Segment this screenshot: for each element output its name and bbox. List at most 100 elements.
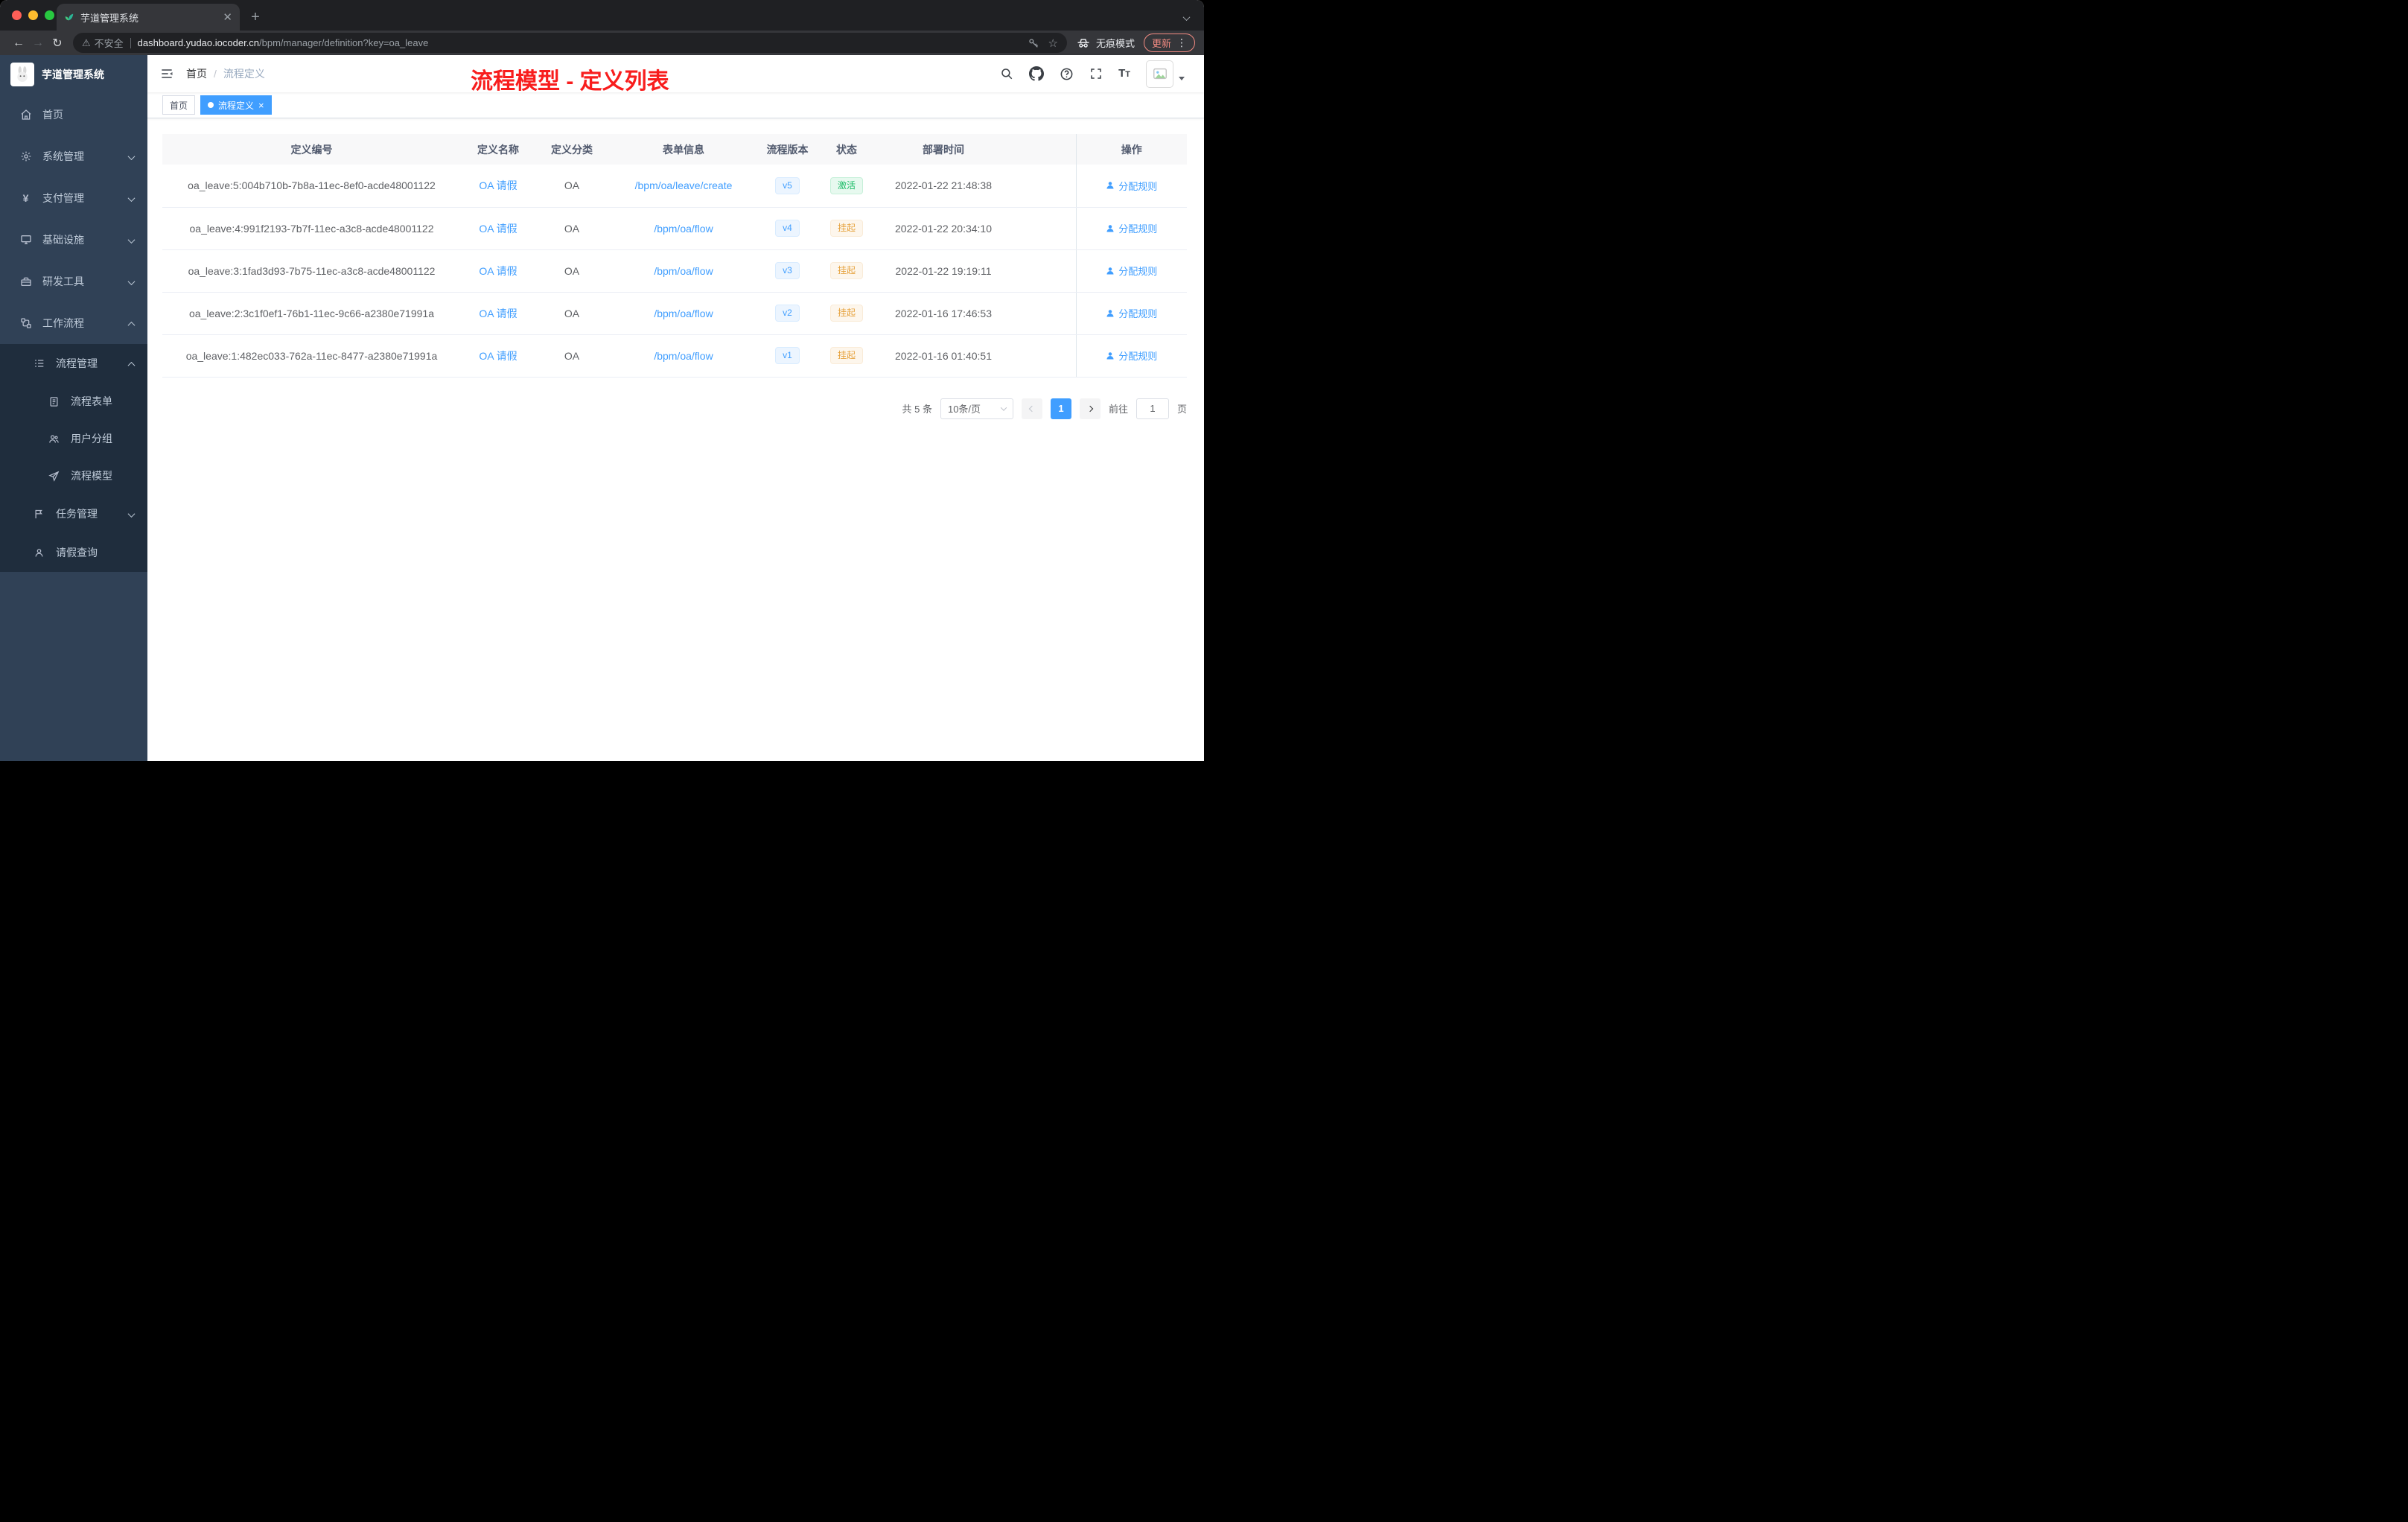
url-bar[interactable]: ⚠ 不安全 dashboard.yudao.iocoder.cn /bpm/ma… [73,33,1067,53]
definition-category: OA [535,165,608,208]
page-unit-label: 页 [1176,404,1187,415]
assign-rule-link[interactable]: 分配规则 [1106,348,1157,363]
form-link[interactable]: /bpm/oa/leave/create [635,179,733,191]
column-header: 定义编号 [162,134,461,165]
definition-name-link[interactable]: OA 请假 [479,179,517,191]
tab-title: 芋道管理系统 [80,12,139,24]
version-badge: v4 [775,220,800,237]
filler-cell [1010,334,1076,378]
browser-menu-icon[interactable]: ⋮ [1176,36,1187,49]
password-key-icon[interactable] [1028,37,1039,49]
definition-name-link[interactable]: OA 请假 [479,223,517,235]
user-menu[interactable] [1146,60,1185,88]
page-number-button[interactable]: 1 [1050,398,1071,419]
caret-down-icon [1179,76,1185,80]
sidebar-item-label: 支付管理 [42,192,84,204]
toolbox-icon [19,276,32,287]
github-icon[interactable] [1029,66,1045,81]
sidebar-item-home[interactable]: 首页 [0,94,147,136]
pagination-total: 共 5 条 [902,404,932,415]
logo-image [10,63,34,86]
reload-icon[interactable]: ↻ [48,36,67,51]
user-icon [1106,309,1114,316]
back-icon[interactable]: ← [9,36,28,50]
update-browser-button[interactable]: 更新 ⋮ [1143,34,1195,52]
help-icon[interactable] [1060,67,1074,81]
security-chip[interactable]: ⚠ 不安全 [82,36,124,50]
version-badge: v1 [775,347,800,364]
column-header-filler [1010,134,1076,165]
minimize-window-button[interactable] [28,10,38,20]
deploy-time: 2022-01-22 19:19:11 [877,249,1010,293]
sidebar-item-process-model[interactable]: 流程模型 [0,457,147,494]
tag-close-icon[interactable]: × [258,101,264,110]
sidebar-item-dev-tools[interactable]: 研发工具 [0,261,147,302]
breadcrumb-home[interactable]: 首页 [186,66,207,81]
action-label: 分配规则 [1118,266,1158,277]
column-header: 状态 [816,134,877,165]
sidebar-item-process-management[interactable]: 流程管理 [0,344,147,383]
sidebar-item-label: 任务管理 [56,508,98,520]
sidebar-item-label: 流程管理 [56,357,98,369]
fullscreen-icon[interactable] [1089,67,1103,80]
assign-rule-link[interactable]: 分配规则 [1106,221,1157,235]
assign-rule-link[interactable]: 分配规则 [1106,264,1157,278]
sidebar-item-process-form[interactable]: 流程表单 [0,383,147,420]
chevron-down-icon [127,150,136,162]
tag-home[interactable]: 首页 [162,95,196,115]
assign-rule-link[interactable]: 分配规则 [1106,306,1157,320]
app-logo[interactable]: 芋道管理系统 [0,55,147,94]
sidebar-item-payment-management[interactable]: ¥ 支付管理 [0,177,147,219]
tag-process-definition[interactable]: 流程定义 × [200,95,272,115]
goto-page-input[interactable] [1135,398,1169,419]
tab-close-icon[interactable]: ✕ [223,10,232,24]
new-tab-button[interactable]: + [244,6,267,28]
form-link[interactable]: /bpm/oa/flow [654,350,713,362]
table-header-row: 定义编号 定义名称 定义分类 表单信息 流程版本 状态 部署时间 操作 [162,134,1187,165]
version-badge: v3 [775,262,800,279]
tab-search-chevron-icon[interactable] [1182,11,1191,25]
sidebar-item-leave-query[interactable]: 请假查询 [0,533,147,572]
action-label: 分配规则 [1118,308,1158,319]
definition-category: OA [535,334,608,378]
definition-name-link[interactable]: OA 请假 [479,265,517,277]
definition-name-link[interactable]: OA 请假 [479,350,517,362]
status-badge: 挂起 [829,305,863,322]
form-link[interactable]: /bpm/oa/flow [654,308,713,319]
tag-label: 首页 [170,100,188,111]
hamburger-icon[interactable] [159,66,174,81]
assign-rule-link[interactable]: 分配规则 [1106,179,1157,193]
next-page-button[interactable] [1079,398,1101,419]
list-icon [33,357,45,369]
app-title: 芋道管理系统 [42,69,104,80]
search-icon[interactable] [1000,67,1013,80]
form-link[interactable]: /bpm/oa/flow [654,265,713,277]
form-link[interactable]: /bpm/oa/flow [654,223,713,235]
sidebar-item-infrastructure[interactable]: 基础设施 [0,219,147,261]
goto-label: 前往 [1108,404,1128,415]
forward-icon[interactable]: → [28,36,48,50]
avatar[interactable] [1146,60,1173,88]
prev-page-button[interactable] [1021,398,1042,419]
sidebar-item-user-group[interactable]: 用户分组 [0,420,147,457]
action-label: 分配规则 [1118,351,1158,362]
sidebar-item-system-management[interactable]: 系统管理 [0,136,147,177]
column-header: 流程版本 [759,134,816,165]
definition-name-link[interactable]: OA 请假 [479,308,517,319]
font-size-icon[interactable]: TT [1118,67,1130,80]
filler-cell [1010,165,1076,208]
definition-id: oa_leave:5:004b710b-7b8a-11ec-8ef0-acde4… [162,165,461,208]
status-badge: 激活 [829,176,863,194]
browser-tab[interactable]: 芋道管理系统 ✕ [57,4,240,31]
table-row: oa_leave:5:004b710b-7b8a-11ec-8ef0-acde4… [162,165,1187,208]
bookmark-star-icon[interactable]: ☆ [1048,36,1058,50]
sidebar-item-task-management[interactable]: 任务管理 [0,494,147,533]
sidebar-item-workflow[interactable]: 工作流程 [0,302,147,344]
browser-window: 芋道管理系统 ✕ + ← → ↻ ⚠ 不安全 dashboard.yudao.i… [0,0,1204,761]
status-badge: 挂起 [829,347,863,364]
action-label: 分配规则 [1118,223,1158,235]
page-size-select[interactable]: 10条/页 [940,398,1013,419]
maximize-window-button[interactable] [45,10,54,20]
close-window-button[interactable] [12,10,22,20]
pagination: 共 5 条 10条/页 1 前往 页 [162,398,1187,419]
